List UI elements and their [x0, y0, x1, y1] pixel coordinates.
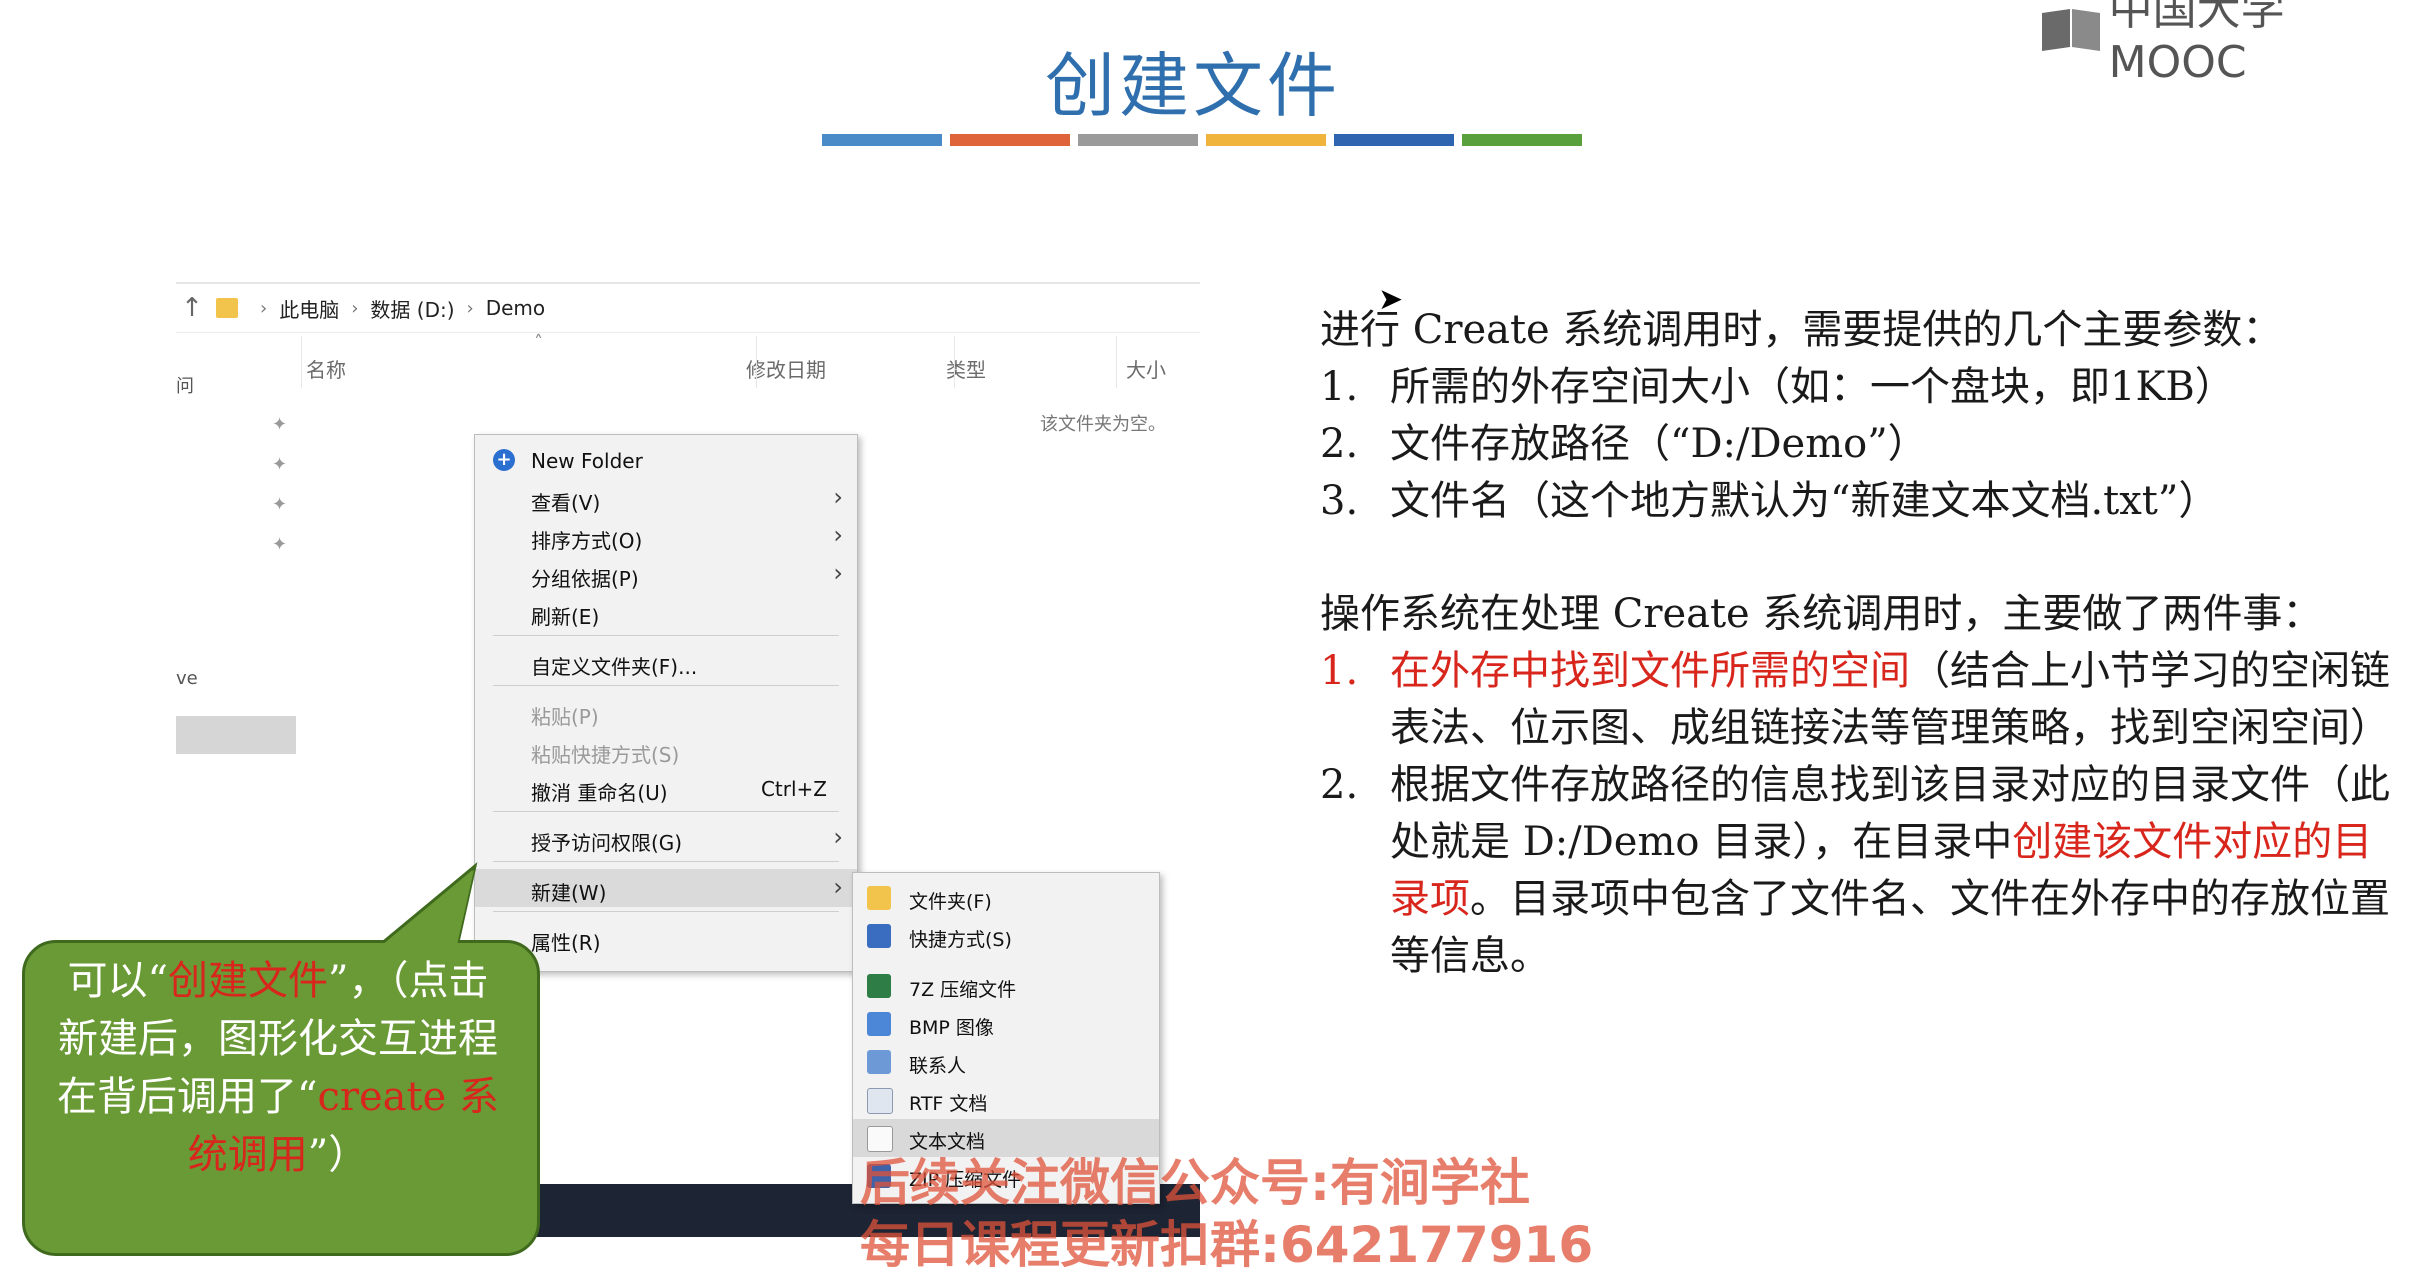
mooc-logo: 中国大学MOOC — [2040, 0, 2416, 88]
submenu-item-contact[interactable]: 联系人 — [853, 1043, 1159, 1081]
menu-item-new-folder[interactable]: + New Folder — [475, 441, 857, 479]
menu-item-refresh[interactable]: 刷新(E) — [475, 593, 857, 631]
chevron-right-icon: › — [260, 297, 268, 319]
menu-item-paste-shortcut[interactable]: 粘贴快捷方式(S) — [475, 731, 857, 769]
pin-icon[interactable]: ✦ — [272, 534, 287, 555]
book-logo-icon — [2040, 7, 2103, 53]
callout-highlight: 创建文件 — [168, 958, 328, 1004]
title-color-bar — [822, 134, 1582, 146]
color-bar-segment — [1078, 134, 1198, 146]
color-bar-segment — [1462, 134, 1582, 146]
step1-highlight: 在外存中找到文件所需的空间 — [1390, 648, 1910, 694]
archive-7z-icon — [867, 974, 891, 998]
shortcut-label: Ctrl+Z — [760, 777, 827, 801]
column-type[interactable]: 类型 — [946, 354, 986, 383]
breadcrumb-demo[interactable]: Demo — [486, 296, 545, 320]
submenu-item-shortcut[interactable]: 快捷方式(S) — [853, 917, 1159, 955]
step-item: 1. 在外存中找到文件所需的空间（结合上小节学习的空闲链表法、位示图、成组链接法… — [1320, 648, 2390, 751]
param-item: 3. 文件名（这个地方默认为“新建文本文档.txt”） — [1320, 478, 2219, 524]
column-size[interactable]: 大小 — [1126, 354, 1166, 383]
chevron-right-icon: › — [833, 559, 843, 587]
column-name[interactable]: 名称 — [306, 354, 346, 383]
chevron-right-icon: › — [833, 873, 843, 901]
callout-text: 可以“创建文件”，（点击新建后，图形化交互进程在背后调用了“create 系统调… — [57, 958, 499, 1178]
empty-folder-message: 该文件夹为空。 — [1040, 414, 1166, 435]
menu-separator — [493, 911, 839, 912]
watermark-line: 每日课程更新扣群:642177916 — [860, 1216, 1594, 1274]
logo-text: 中国大学MOOC — [2108, 0, 2285, 88]
menu-item-grant-access[interactable]: 授予访问权限(G) › — [475, 819, 857, 857]
color-bar-segment — [822, 134, 942, 146]
color-bar-segment — [950, 134, 1070, 146]
submenu-item-7z[interactable]: 7Z 压缩文件 — [853, 967, 1159, 1005]
notes-panel: 进行 Create 系统调用时，需要提供的几个主要参数： 1. 所需的外存空间大小… — [1320, 302, 2400, 985]
pin-icon[interactable]: ✦ — [272, 454, 287, 475]
watermark: 后续关注微信公众号:有涧学社 每日课程更新扣群:642177916 — [860, 1152, 1593, 1276]
rtf-document-icon — [867, 1088, 893, 1114]
slide-title: 创建文件 — [1045, 45, 1341, 127]
column-divider — [954, 336, 955, 388]
contact-icon — [867, 1050, 891, 1074]
notes-intro: 进行 Create 系统调用时，需要提供的几个主要参数： — [1320, 307, 2283, 353]
menu-item-undo-rename[interactable]: 撤消 重命名(U) Ctrl+Z — [475, 769, 857, 807]
chevron-right-icon: › — [833, 521, 843, 549]
menu-item-group[interactable]: 分组依据(P) › — [475, 555, 857, 593]
menu-item-customize[interactable]: 自定义文件夹(F)... — [475, 643, 857, 681]
up-arrow-icon[interactable]: ↑ — [176, 293, 208, 323]
shortcut-icon — [867, 924, 891, 948]
breadcrumb-drive-d[interactable]: 数据 (D:) — [370, 294, 454, 323]
column-modified[interactable]: 修改日期 — [746, 354, 826, 383]
menu-separator — [493, 811, 839, 812]
column-divider — [756, 336, 757, 388]
chevron-right-icon: › — [466, 297, 474, 319]
menu-separator — [493, 635, 839, 636]
menu-separator — [493, 685, 839, 686]
color-bar-segment — [1206, 134, 1326, 146]
folder-icon — [216, 298, 238, 318]
nav-item-label[interactable]: ve — [176, 668, 198, 689]
chevron-right-icon: › — [833, 483, 843, 511]
menu-item-paste[interactable]: 粘贴(P) — [475, 693, 857, 731]
column-divider — [1116, 336, 1117, 388]
submenu-item-rtf[interactable]: RTF 文档 — [853, 1081, 1159, 1119]
breadcrumb-this-pc[interactable]: 此电脑 — [279, 294, 339, 323]
nav-item-label[interactable]: 问 — [176, 372, 194, 398]
notes-intro-2: 操作系统在处理 Create 系统调用时，主要做了两件事： — [1320, 591, 2323, 637]
param-item: 2. 文件存放路径（“D:/Demo”） — [1320, 421, 1928, 467]
column-divider — [301, 336, 302, 388]
bmp-image-icon — [867, 1012, 891, 1036]
pin-icon[interactable]: ✦ — [272, 494, 287, 515]
pin-icon[interactable]: ✦ — [272, 414, 287, 435]
menu-item-sort[interactable]: 排序方式(O) › — [475, 517, 857, 555]
column-header: 名称 修改日期 类型 大小 — [306, 344, 1200, 394]
text-document-icon — [867, 1126, 893, 1152]
address-bar[interactable]: ↑ › 此电脑 › 数据 (D:) › Demo — [176, 282, 1200, 333]
color-bar-segment — [1334, 134, 1454, 146]
watermark-line: 后续关注微信公众号:有涧学社 — [860, 1154, 1530, 1212]
menu-separator — [493, 861, 839, 862]
folder-icon — [867, 886, 891, 910]
menu-item-view[interactable]: 查看(V) › — [475, 479, 857, 517]
submenu-item-folder[interactable]: 文件夹(F) — [853, 879, 1159, 917]
chevron-right-icon: › — [351, 297, 359, 319]
submenu-item-bmp[interactable]: BMP 图像 — [853, 1005, 1159, 1043]
param-item: 1. 所需的外存空间大小（如：一个盘块，即1KB） — [1320, 364, 2235, 410]
step-item: 2. 根据文件存放路径的信息找到该目录对应的目录文件（此处就是 D:/Demo … — [1320, 762, 2390, 979]
nav-selected-item[interactable] — [176, 716, 296, 754]
add-circle-icon: + — [493, 449, 515, 471]
chevron-right-icon: › — [833, 823, 843, 851]
